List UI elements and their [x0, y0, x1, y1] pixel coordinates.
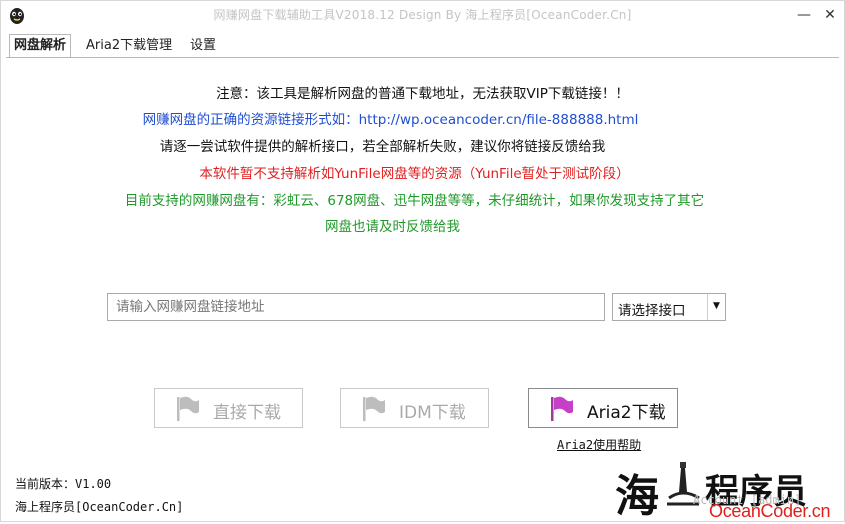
app-window: 网赚网盘下载辅助工具V2018.12 Design By 海上程序员[Ocean… [0, 0, 845, 522]
window-title: 网赚网盘下载辅助工具V2018.12 Design By 海上程序员[Ocean… [213, 8, 632, 22]
idm-download-button[interactable]: IDM下载 [340, 388, 489, 428]
link-input-container [107, 293, 605, 321]
notice-line-4: 本软件暂不支持解析如YunFile网盘等的资源（YunFile暂处于测试阶段） [199, 166, 630, 182]
minimize-icon: — [797, 7, 811, 23]
notice-line-3: 请逐一尝试软件提供的解析接口，若全部解析失败，建议你将链接反馈给我 [159, 139, 606, 155]
flag-icon [551, 396, 573, 421]
chevron-down-icon[interactable]: ▼ [707, 294, 725, 320]
close-button[interactable]: ✕ [819, 5, 841, 25]
aria2-download-label: Aria2下载 [587, 403, 666, 423]
tab-settings[interactable]: 设置 [186, 36, 220, 56]
notice-line-5: 目前支持的网赚网盘有：彩虹云、678网盘、迅牛网盘等等，未仔细统计，如果你发现支… [124, 193, 705, 209]
notice-line-1: 注意：该工具是解析网盘的普通下载地址，无法获取VIP下载链接！！ [216, 86, 629, 102]
interface-select[interactable]: 请选择接口 ▼ [612, 293, 726, 321]
link-input[interactable] [108, 294, 604, 320]
notice-line-2: 网赚网盘的正确的资源链接形式如：http://wp.oceancoder.cn/… [142, 112, 639, 128]
direct-download-button[interactable]: 直接下载 [154, 388, 303, 428]
interface-select-value: 请选择接口 [618, 303, 686, 319]
notice-line-6: 网盘也请及时反馈给我 [325, 219, 460, 235]
author-label: 海上程序员[OceanCoder.Cn] [15, 500, 184, 514]
version-label: 当前版本：V1.00 [15, 477, 112, 491]
direct-download-label: 直接下载 [213, 403, 281, 423]
tab-bar: 网盘解析 Aria2下载管理 设置 [6, 34, 841, 58]
close-icon: ✕ [824, 7, 836, 23]
watermark-brand-1: 海 [615, 471, 659, 522]
aria2-download-button[interactable]: Aria2下载 [528, 388, 678, 428]
minimize-button[interactable]: — [793, 5, 815, 25]
tab-divider [6, 57, 839, 58]
watermark: 海 程序员 Account [admin] OceanCoder.cn [613, 456, 841, 522]
tab-aria2-manager[interactable]: Aria2下载管理 [82, 36, 176, 56]
tab-netdisk-parse[interactable]: 网盘解析 [9, 34, 72, 57]
idm-download-label: IDM下载 [399, 403, 466, 423]
aria2-help-link[interactable]: Aria2使用帮助 [557, 436, 641, 453]
title-bar[interactable]: 网赚网盘下载辅助工具V2018.12 Design By 海上程序员[Ocean… [1, 1, 844, 31]
flag-icon [177, 396, 199, 421]
watermark-url: OceanCoder.cn [709, 501, 831, 521]
flag-icon [363, 396, 385, 421]
